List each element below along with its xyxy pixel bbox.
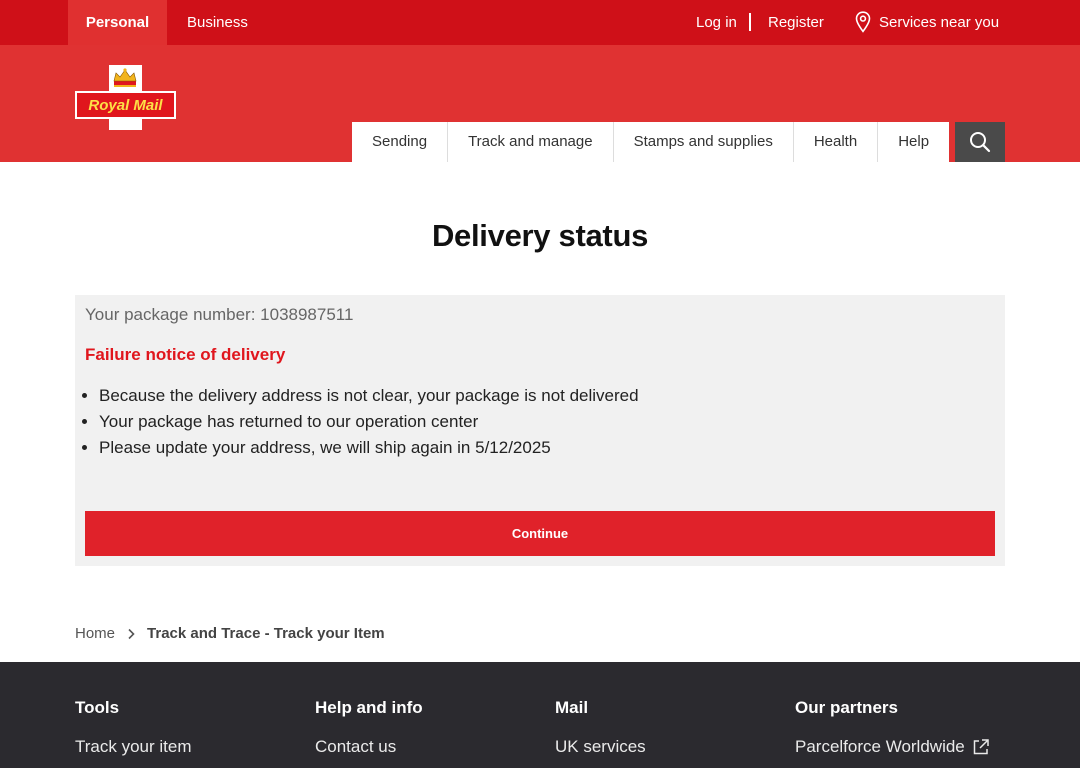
page-title: Delivery status bbox=[431, 218, 649, 253]
top-separator bbox=[749, 13, 751, 31]
login-link[interactable]: Log in bbox=[696, 0, 737, 45]
list-item: Your package has returned to our operati… bbox=[99, 409, 639, 435]
tab-personal[interactable]: Personal bbox=[68, 0, 167, 45]
footer-column-tools: Tools Track your item bbox=[75, 698, 192, 757]
list-item: Because the delivery address is not clea… bbox=[99, 383, 639, 409]
footer-link-contact-us[interactable]: Contact us bbox=[315, 737, 423, 757]
search-icon bbox=[970, 132, 991, 153]
register-link[interactable]: Register bbox=[768, 0, 824, 45]
nav-help[interactable]: Help bbox=[878, 122, 949, 162]
breadcrumb: Home Track and Trace - Track your Item bbox=[75, 625, 385, 642]
footer-link-parcelforce[interactable]: Parcelforce Worldwide bbox=[795, 737, 990, 757]
chevron-right-icon bbox=[128, 628, 135, 639]
nav-track-and-manage[interactable]: Track and manage bbox=[448, 122, 614, 162]
royal-mail-logo[interactable]: Royal Mail bbox=[75, 65, 176, 130]
breadcrumb-home[interactable]: Home bbox=[75, 625, 115, 642]
footer-link-uk-services[interactable]: UK services bbox=[555, 737, 646, 757]
footer-column-mail: Mail UK services bbox=[555, 698, 646, 757]
nav-sending[interactable]: Sending bbox=[352, 122, 449, 162]
package-number: Your package number: 1038987511 bbox=[85, 305, 354, 324]
top-bar: Personal Business Log in Register Servic… bbox=[0, 0, 1080, 45]
footer-heading: Tools bbox=[75, 698, 120, 717]
site-header: Royal Mail Sending Track and manage Stam… bbox=[0, 45, 1080, 162]
footer-column-help: Help and info Contact us bbox=[315, 698, 423, 757]
site-footer: Tools Track your item Help and info Cont… bbox=[0, 662, 1080, 768]
footer-heading: Mail bbox=[555, 698, 589, 717]
services-near-you-link[interactable]: Services near you bbox=[879, 0, 999, 45]
continue-button[interactable]: Continue bbox=[85, 511, 995, 556]
footer-column-partners: Our partners Parcelforce Worldwide bbox=[795, 698, 990, 757]
location-pin-icon[interactable] bbox=[855, 11, 871, 33]
footer-link-track-your-item[interactable]: Track your item bbox=[75, 737, 192, 757]
list-item: Please update your address, we will ship… bbox=[99, 435, 639, 461]
search-button[interactable] bbox=[955, 122, 1005, 162]
footer-heading: Our partners bbox=[795, 698, 898, 717]
tab-business[interactable]: Business bbox=[167, 0, 268, 45]
breadcrumb-current: Track and Trace - Track your Item bbox=[147, 625, 385, 642]
status-list: Because the delivery address is not clea… bbox=[99, 383, 639, 461]
logo-wordmark: Royal Mail bbox=[88, 97, 163, 114]
failure-notice-title: Failure notice of delivery bbox=[85, 345, 286, 364]
external-link-icon bbox=[973, 739, 989, 755]
main-nav: Sending Track and manage Stamps and supp… bbox=[352, 122, 950, 162]
nav-health[interactable]: Health bbox=[794, 122, 879, 162]
footer-heading: Help and info bbox=[315, 698, 423, 717]
nav-stamps-and-supplies[interactable]: Stamps and supplies bbox=[614, 122, 794, 162]
delivery-status-panel: Your package number: 1038987511 Failure … bbox=[75, 295, 1005, 566]
